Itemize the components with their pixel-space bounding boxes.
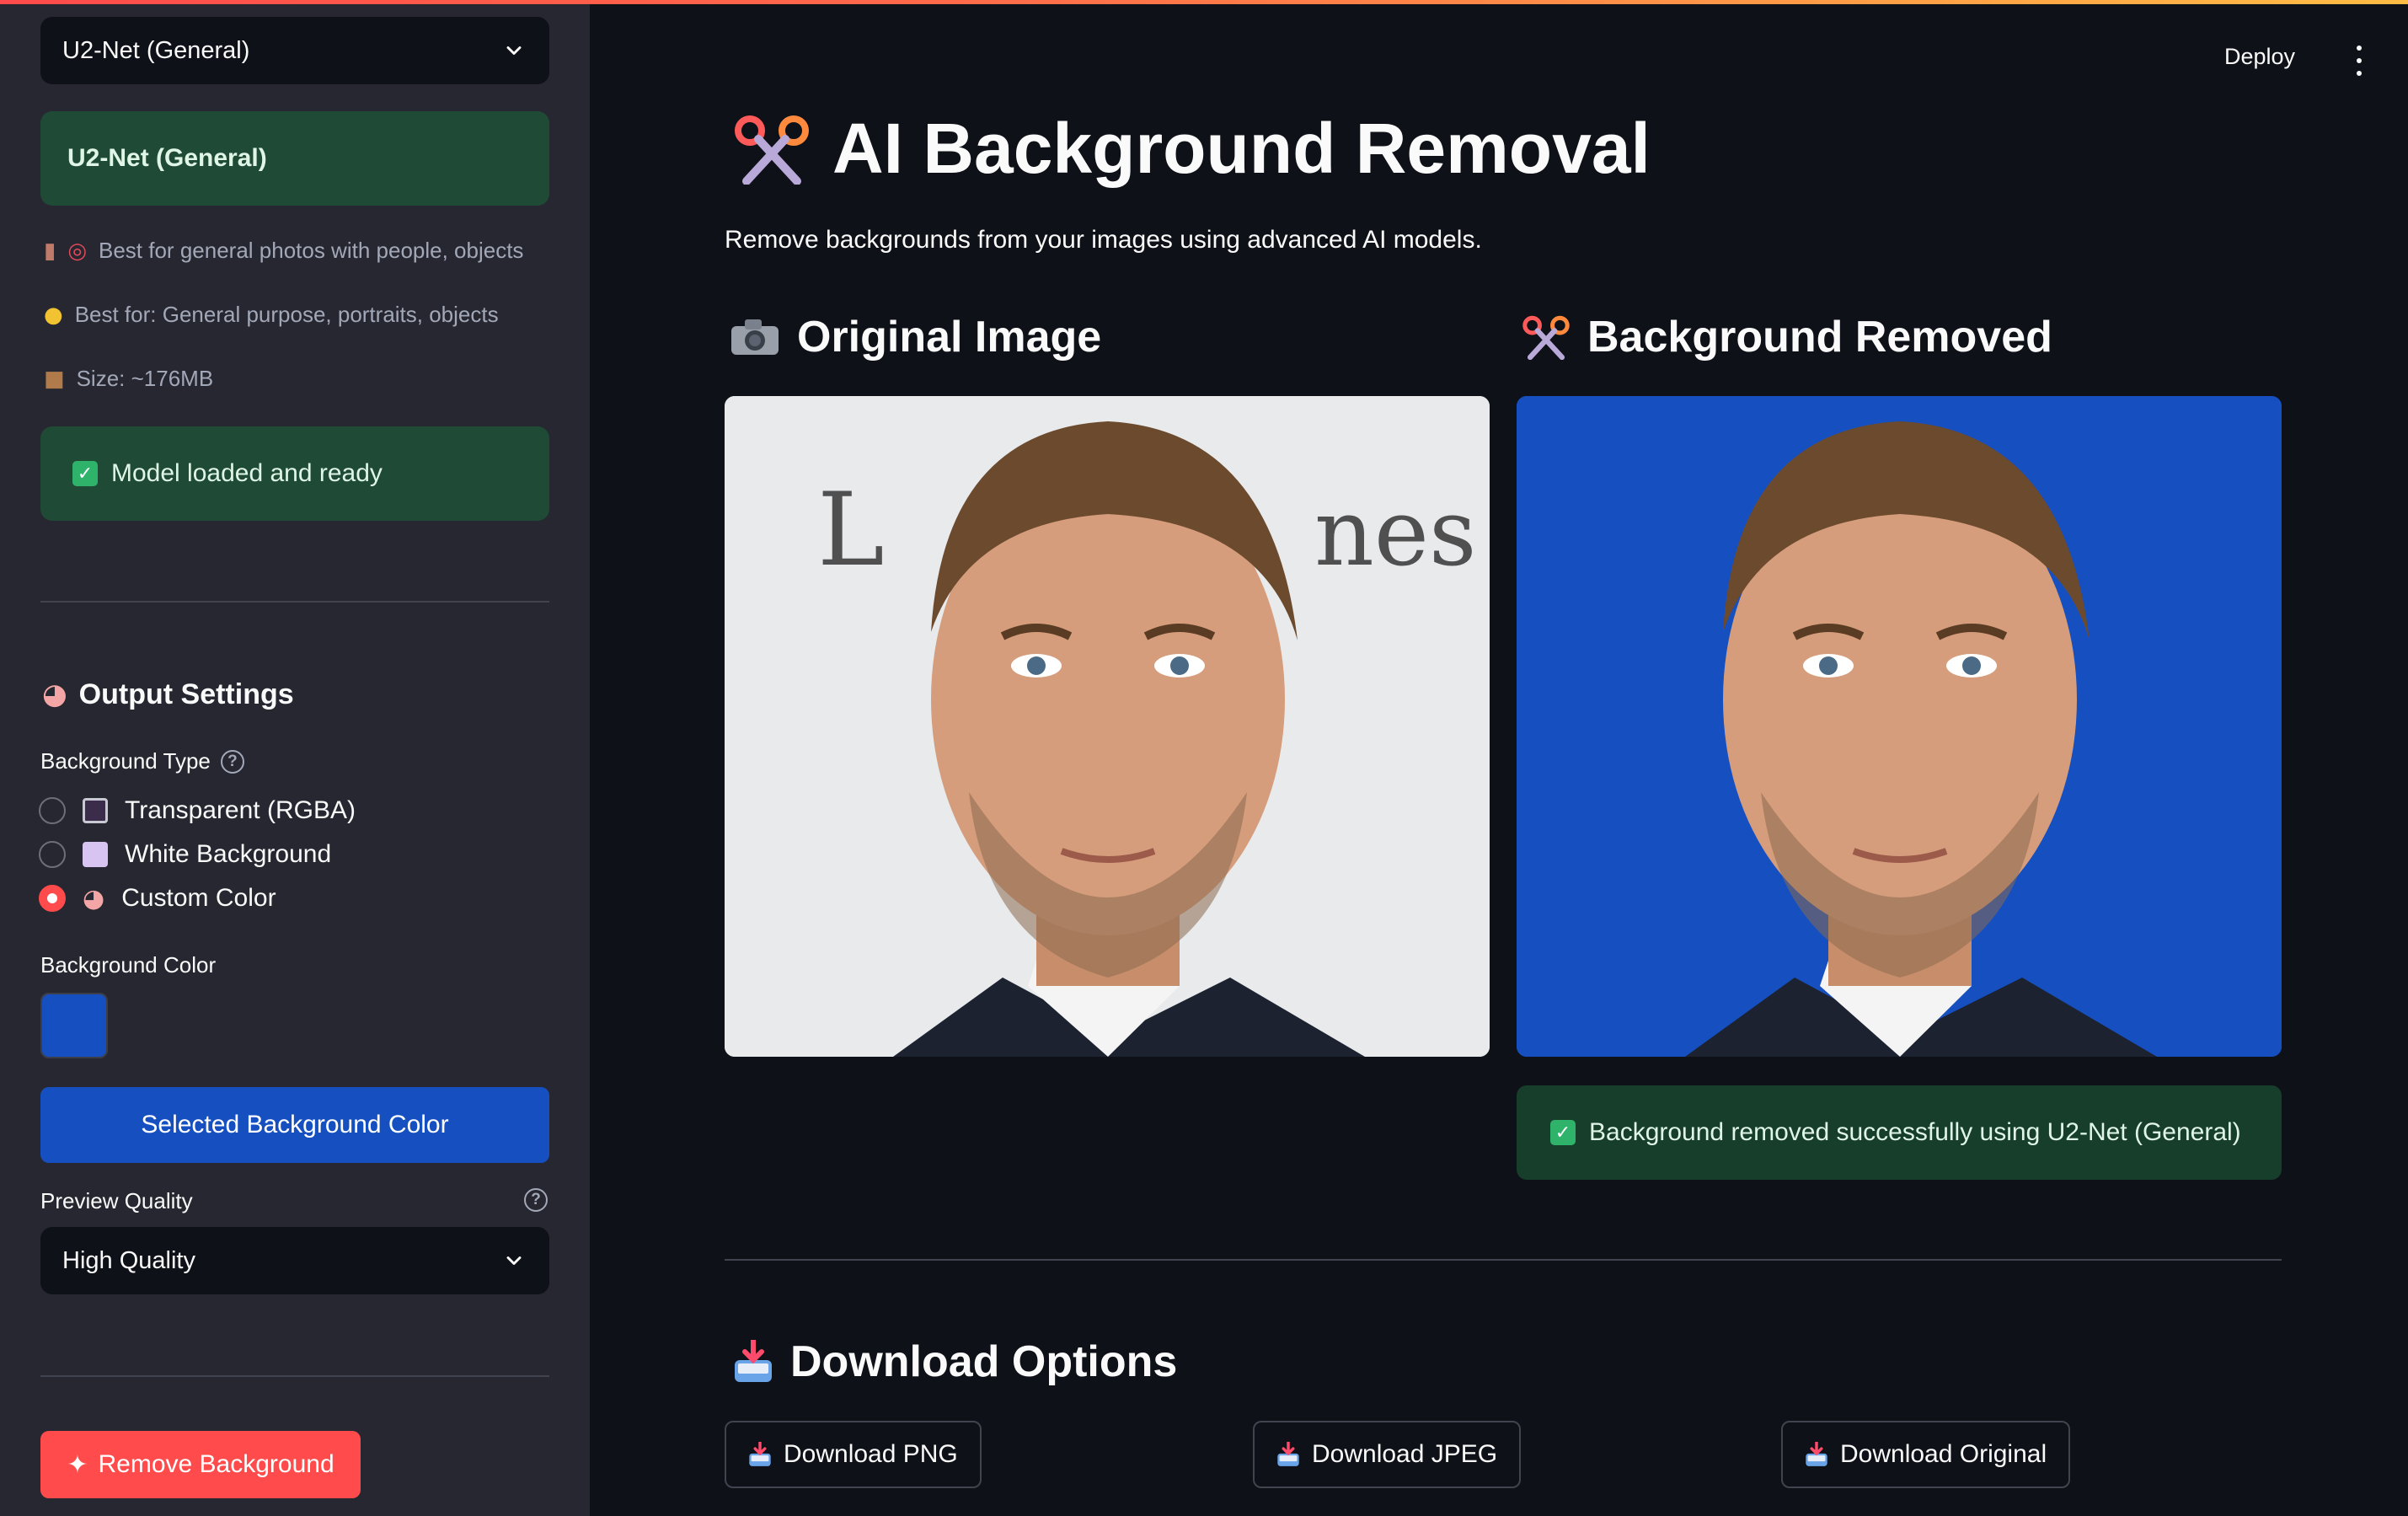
- background-type-label: Background Type ?: [40, 748, 244, 774]
- selected-background-color-button[interactable]: Selected Background Color: [40, 1087, 549, 1163]
- download-jpeg-button[interactable]: Download JPEG: [1253, 1421, 1522, 1488]
- white-square-icon: [83, 842, 108, 867]
- download-original-label: Download Original: [1840, 1440, 2047, 1468]
- output-settings-title: ◕ Output Settings: [42, 678, 294, 711]
- download-png-label: Download PNG: [784, 1440, 958, 1468]
- page-title: AI Background Removal: [733, 108, 1651, 190]
- palette-icon: ◕: [83, 883, 105, 913]
- target-icon: ◎: [67, 238, 87, 264]
- svg-text:nes: nes: [1314, 479, 1476, 587]
- top-decoration-bar: [0, 0, 2408, 4]
- model-status-box: ✓ Model loaded and ready: [40, 426, 549, 521]
- size-line: ■ Size: ~176MB: [44, 366, 213, 392]
- background-removed-image: [1517, 396, 2282, 1057]
- background-color-label: Background Color: [40, 952, 216, 978]
- package-icon: ■: [44, 366, 65, 392]
- preview-quality-value: High Quality: [62, 1246, 195, 1274]
- deploy-button[interactable]: Deploy: [2224, 44, 2295, 70]
- svg-text:L: L: [817, 472, 885, 589]
- model-name: U2-Net (General): [67, 144, 267, 172]
- inbox-tray-icon: [749, 1442, 771, 1466]
- check-icon: ✓: [72, 461, 98, 486]
- download-original-button[interactable]: Download Original: [1781, 1421, 2071, 1488]
- model-status: Model loaded and ready: [111, 459, 383, 487]
- model-name-box: U2-Net (General): [40, 111, 549, 206]
- output-settings-label: Output Settings: [78, 678, 294, 710]
- download-options-heading: Download Options: [733, 1337, 1177, 1387]
- lightbulb-icon: ●: [44, 302, 63, 328]
- size-text: Size: ~176MB: [76, 366, 214, 391]
- help-icon[interactable]: ?: [220, 749, 244, 774]
- inbox-tray-icon: [1277, 1442, 1299, 1466]
- magic-wand-icon: ✦: [67, 1449, 88, 1480]
- removed-heading-text: Background Removed: [1587, 313, 2052, 362]
- model-description-text: Best for general photos with people, obj…: [99, 238, 524, 263]
- original-image-heading: Original Image: [730, 312, 1101, 362]
- remove-background-label: Remove Background: [98, 1450, 334, 1478]
- background-type-text: Background Type: [40, 748, 211, 774]
- sidebar-divider: [40, 1375, 549, 1377]
- original-image: L nes: [725, 396, 1490, 1057]
- portrait-illustration: L nes: [725, 396, 1490, 1057]
- page-title-text: AI Background Removal: [832, 109, 1651, 188]
- model-select[interactable]: U2-Net (General): [40, 17, 549, 84]
- model-description: ▮ ◎ Best for general photos with people,…: [44, 238, 523, 264]
- radio-transparent[interactable]: Transparent (RGBA): [39, 794, 356, 828]
- chevron-down-icon: [506, 1256, 522, 1265]
- remove-background-button[interactable]: ✦ Remove Background: [40, 1431, 361, 1498]
- radio-button-selected[interactable]: [39, 885, 66, 912]
- portrait-illustration: [1517, 396, 2282, 1057]
- camera-icon: [731, 319, 779, 355]
- document-icon: ▮: [44, 238, 56, 264]
- palette-icon: ◕: [42, 678, 67, 711]
- check-icon: ✓: [1550, 1120, 1576, 1145]
- success-message-text: Background removed successfully using U2…: [1589, 1118, 2241, 1146]
- help-icon[interactable]: ?: [524, 1188, 548, 1212]
- inbox-tray-icon: [735, 1340, 772, 1382]
- preview-quality-text: Preview Quality: [40, 1188, 193, 1213]
- page-subtitle: Remove backgrounds from your images usin…: [725, 226, 1482, 254]
- chevron-down-icon: [506, 46, 522, 55]
- scissors-icon: [1522, 315, 1570, 360]
- download-jpeg-label: Download JPEG: [1312, 1440, 1498, 1468]
- radio-label: Transparent (RGBA): [125, 796, 356, 824]
- download-png-button[interactable]: Download PNG: [725, 1421, 982, 1488]
- radio-button[interactable]: [39, 797, 66, 824]
- square-icon: [83, 798, 108, 823]
- radio-white[interactable]: White Background: [39, 838, 331, 871]
- preview-quality-label: Preview Quality: [40, 1188, 193, 1214]
- best-for-line: ● Best for: General purpose, portraits, …: [44, 302, 499, 328]
- radio-label: Custom Color: [121, 884, 276, 912]
- best-for-text: Best for: General purpose, portraits, ob…: [74, 302, 499, 327]
- original-heading-text: Original Image: [797, 313, 1102, 362]
- more-menu-icon[interactable]: [2351, 46, 2368, 76]
- selected-color-label: Selected Background Color: [141, 1111, 449, 1138]
- sidebar: U2-Net (General) U2-Net (General) ▮ ◎ Be…: [0, 0, 590, 1516]
- main-divider: [725, 1259, 2282, 1261]
- preview-quality-select[interactable]: High Quality: [40, 1227, 549, 1294]
- scissors-icon: [735, 115, 809, 185]
- success-message: ✓ Background removed successfully using …: [1517, 1085, 2282, 1180]
- model-select-value: U2-Net (General): [62, 36, 250, 64]
- inbox-tray-icon: [1806, 1442, 1827, 1466]
- radio-custom-color[interactable]: ◕ Custom Color: [39, 881, 276, 915]
- radio-button[interactable]: [39, 841, 66, 868]
- radio-label: White Background: [125, 840, 332, 868]
- color-picker-swatch[interactable]: [40, 993, 108, 1058]
- background-color-text: Background Color: [40, 952, 217, 978]
- background-removed-heading: Background Removed: [1522, 312, 2052, 362]
- sidebar-divider: [40, 601, 549, 603]
- download-heading-text: Download Options: [790, 1337, 1178, 1386]
